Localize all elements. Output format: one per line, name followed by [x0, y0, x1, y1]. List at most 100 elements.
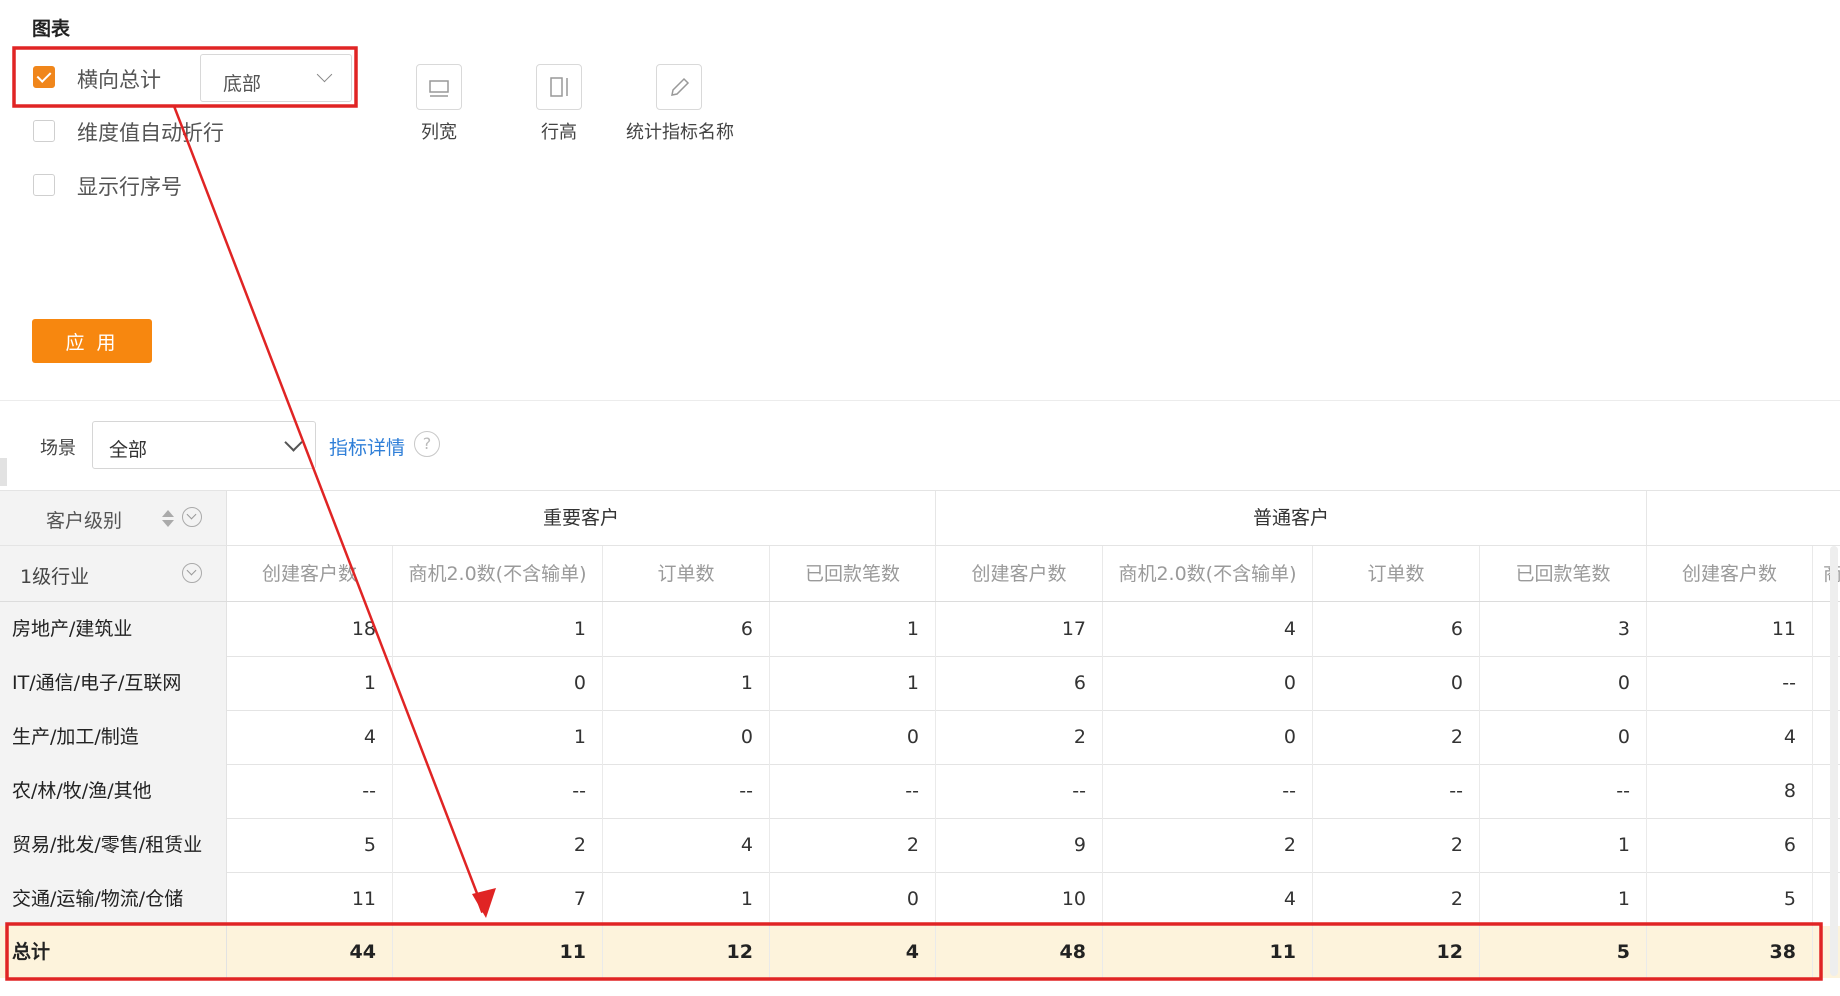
metric-header[interactable]: 创建客户数: [227, 546, 393, 601]
table-cell: --: [393, 764, 603, 818]
group-header-next: [1647, 491, 1840, 545]
column-width-button[interactable]: [416, 64, 462, 110]
table-cell: 2: [1313, 710, 1480, 764]
table-cell: 1: [393, 710, 603, 764]
dropdown-circle-icon[interactable]: [182, 507, 202, 527]
table-cell: --: [603, 764, 770, 818]
metric-header[interactable]: 已回款笔数: [770, 546, 936, 601]
annotation-box-total: [5, 922, 1823, 981]
table-border: [0, 545, 1840, 546]
metric-details-link[interactable]: 指标详情: [329, 433, 405, 460]
table-cell: 5: [227, 818, 393, 872]
table-cell: 0: [1480, 656, 1647, 710]
table-cell: 1: [393, 602, 603, 656]
table-cell: 1: [227, 656, 393, 710]
corner-top-label: 客户级别: [46, 510, 123, 532]
total-position-select[interactable]: 底部: [200, 54, 352, 102]
row-label: IT/通信/电子/互联网: [0, 656, 227, 710]
row-height-icon: [550, 77, 568, 97]
total-cell: 4: [770, 926, 936, 978]
total-cell: 11: [393, 926, 603, 978]
row-height-button[interactable]: [536, 64, 582, 110]
row-number-label: 显示行序号: [77, 175, 182, 199]
metric-name-label: 统计指标名称: [626, 122, 734, 143]
total-cell: 12: [603, 926, 770, 978]
divider: [0, 400, 1840, 401]
table-cell: 2: [770, 818, 936, 872]
corner-bottom-label: 1级行业: [20, 566, 90, 588]
auto-wrap-checkbox[interactable]: [33, 120, 55, 142]
metric-header[interactable]: 商机2.0数(不含输单): [1103, 546, 1313, 601]
table-cell: 1: [603, 656, 770, 710]
group-header[interactable]: 普通客户: [936, 491, 1647, 545]
table-cell: 6: [1647, 818, 1813, 872]
row-divider: [0, 872, 1840, 873]
table-cell: 2: [393, 818, 603, 872]
annotation-overlay: [5, 46, 1823, 981]
pencil-icon: [671, 77, 690, 96]
annotation-arrow-shaft: [475, 894, 487, 914]
table-cell: 1: [1480, 818, 1647, 872]
table-border: [0, 490, 1840, 491]
metric-header[interactable]: 创建客户数: [936, 546, 1103, 601]
table-cell: 6: [936, 656, 1103, 710]
table-cell: 0: [1103, 710, 1313, 764]
corner-customer-level[interactable]: 客户级别: [0, 491, 227, 545]
pivot-table: 客户级别 1级行业 重要客户 普通客户 创建客户数 商机2.0数(不含输单) 订单数 已回…: [0, 0, 1840, 996]
row-number-checkbox[interactable]: [33, 174, 55, 196]
annotation-arrow-line: [172, 105, 480, 897]
metric-header[interactable]: 商机2.0数(不含输单): [393, 546, 603, 601]
row-label: 贸易/批发/零售/租赁业: [0, 818, 227, 872]
scene-value: 全部: [109, 439, 148, 461]
table-cell: 6: [603, 602, 770, 656]
table-cell: 4: [1103, 602, 1313, 656]
table-cell: --: [770, 764, 936, 818]
table-cell: 2: [1313, 818, 1480, 872]
table-cell: 0: [1480, 710, 1647, 764]
table-cell: 1: [770, 602, 936, 656]
scene-select[interactable]: 全部: [92, 421, 316, 469]
help-icon[interactable]: ?: [414, 431, 440, 457]
chevron-down-icon: [316, 66, 333, 83]
row-label: 农/林/牧/渔/其他: [0, 764, 227, 818]
corner-industry[interactable]: 1级行业: [0, 546, 227, 601]
side-collapse-handle[interactable]: [0, 458, 7, 486]
horizontal-total-checkbox[interactable]: [33, 66, 55, 88]
table-cell: 2: [936, 710, 1103, 764]
metric-header[interactable]: 创建客户数: [1647, 546, 1813, 601]
row-divider: [0, 710, 1840, 711]
sort-desc-icon[interactable]: [162, 520, 174, 527]
total-row-label: 总计: [0, 926, 227, 978]
row-divider: [0, 656, 1840, 657]
column-width-label: 列宽: [421, 122, 457, 143]
vertical-scrollbar[interactable]: [1830, 546, 1838, 976]
dropdown-circle-icon[interactable]: [182, 563, 202, 583]
table-cell: 17: [936, 602, 1103, 656]
table-cell: 9: [936, 818, 1103, 872]
table-cell: 4: [1103, 872, 1313, 926]
table-cell: 1: [1480, 872, 1647, 926]
row-divider: [0, 818, 1840, 819]
sort-asc-icon[interactable]: [162, 510, 174, 517]
metric-header[interactable]: 已回款笔数: [1480, 546, 1647, 601]
group-header[interactable]: 重要客户: [227, 491, 936, 545]
table-cell: 0: [770, 872, 936, 926]
column-width-icon: [429, 80, 449, 97]
table-cell: 4: [1647, 710, 1813, 764]
scene-label: 场景: [40, 438, 76, 459]
table-cell: 8: [1647, 764, 1813, 818]
table-cell: 2: [1313, 872, 1480, 926]
table-cell: 0: [770, 710, 936, 764]
section-title: 图表: [32, 18, 71, 40]
metric-header[interactable]: 订单数: [1313, 546, 1480, 601]
table-cell: 11: [1647, 602, 1813, 656]
total-cell: 44: [227, 926, 393, 978]
table-border: [0, 600, 1840, 602]
row-label: 房地产/建筑业: [0, 602, 227, 656]
table-cell: 6: [1313, 602, 1480, 656]
metric-name-button[interactable]: [656, 64, 702, 110]
table-cell: --: [936, 764, 1103, 818]
table-cell: 1: [770, 656, 936, 710]
apply-button[interactable]: 应 用: [32, 319, 152, 363]
metric-header[interactable]: 订单数: [603, 546, 770, 601]
